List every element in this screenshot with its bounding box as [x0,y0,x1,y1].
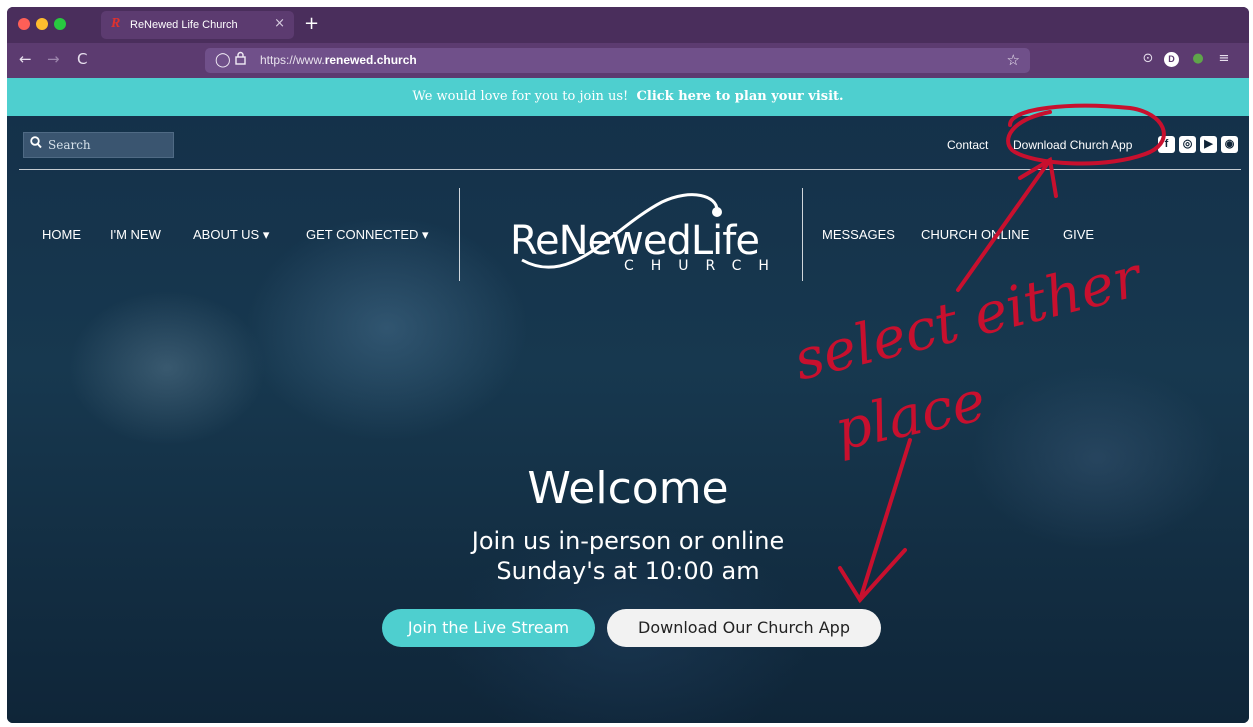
plan-visit-link[interactable]: Click here to plan your visit. [637,89,844,104]
bookmark-star-icon[interactable]: ☆ [1007,50,1020,70]
reload-icon[interactable]: C [77,50,87,68]
forward-icon[interactable]: → [47,50,60,68]
tab-strip: R ReNewed Life Church × + [7,7,1249,43]
join-live-stream-button[interactable]: Join the Live Stream [382,609,595,647]
nav-get-connected[interactable]: GET CONNECTED ▾ [306,227,429,243]
browser-tab[interactable]: R ReNewed Life Church × [101,11,294,39]
facebook-icon[interactable]: f [1158,136,1175,153]
close-window-button[interactable] [18,18,30,30]
tab-title: ReNewed Life Church [130,19,238,31]
header-divider [19,169,1241,170]
hero-title: Welcome [527,463,729,514]
web-page: We would love for you to join us! Click … [7,78,1249,723]
nav-messages[interactable]: MESSAGES [822,227,895,243]
browser-toolbar: ← → C ◯ https://www.renewed.church ☆ ⊙ D… [7,43,1249,78]
hero-subtitle-1: Join us in-person or online [471,527,785,555]
nav-im-new[interactable]: I'M NEW [110,227,161,243]
url-text[interactable]: https://www.renewed.church [260,53,417,68]
nav-about-us[interactable]: ABOUT US ▾ [193,227,269,243]
pocket-icon[interactable]: ⊙ [1140,51,1156,67]
address-bar[interactable]: ◯ https://www.renewed.church ☆ [205,48,1030,73]
app-menu-icon[interactable]: ≡ [1216,51,1232,67]
church-logo[interactable]: ReNewedLife CHURCH [502,188,769,284]
contact-link[interactable]: Contact [947,138,988,153]
tracking-shield-icon[interactable]: ◯ [215,51,231,69]
back-icon[interactable]: ← [19,50,32,68]
logo-subtext: CHURCH [624,258,786,274]
nav-give[interactable]: GIVE [1063,227,1094,243]
nav-church-online[interactable]: CHURCH ONLINE [921,227,1029,243]
minimize-window-button[interactable] [36,18,48,30]
instagram-icon[interactable]: ◎ [1179,136,1196,153]
favicon-icon: R [111,16,121,31]
hero-subtitle-2: Sunday's at 10:00 am [496,557,760,585]
extension-icon[interactable]: ● [1190,51,1206,67]
podcast-icon[interactable]: ◉ [1221,136,1238,153]
search-icon [30,135,42,155]
announcement-bar[interactable]: We would love for you to join us! Click … [7,78,1249,116]
download-church-app-button[interactable]: Download Our Church App [607,609,881,647]
search-box[interactable] [23,132,174,158]
browser-window: R ReNewed Life Church × + ← → C ◯ https:… [7,7,1249,723]
search-input[interactable] [48,133,172,157]
account-avatar[interactable]: D [1164,52,1179,67]
nav-home[interactable]: HOME [42,227,81,243]
lock-icon[interactable] [235,51,246,70]
nav-divider-right [802,188,803,281]
announcement-text: We would love for you to join us! [412,89,629,104]
close-tab-icon[interactable]: × [274,17,285,31]
download-church-app-link[interactable]: Download Church App [1013,138,1132,153]
youtube-icon[interactable]: ▶ [1200,136,1217,153]
nav-divider-left [459,188,460,281]
zoom-window-button[interactable] [54,18,66,30]
new-tab-button[interactable]: + [304,14,319,34]
